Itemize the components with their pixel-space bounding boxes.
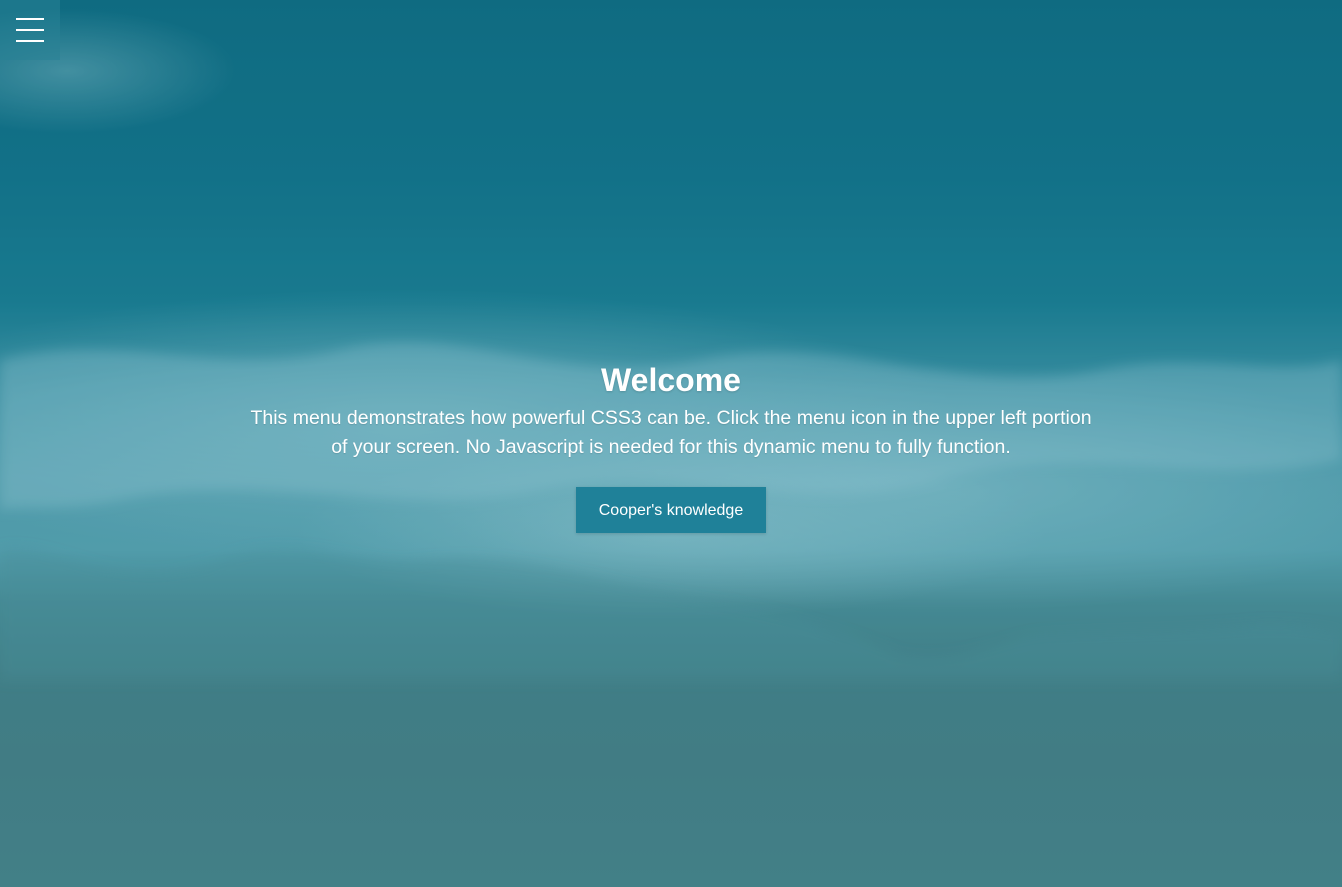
page-background: Welcome This menu demonstrates how power…: [0, 0, 1342, 887]
menu-bar-bottom: [16, 40, 44, 42]
hamburger-menu-icon[interactable]: [0, 0, 60, 60]
coopers-knowledge-button[interactable]: Cooper's knowledge: [576, 487, 766, 533]
hero-section: Welcome This menu demonstrates how power…: [0, 362, 1342, 533]
hero-description: This menu demonstrates how powerful CSS3…: [250, 407, 1092, 458]
hero-title: Welcome: [601, 362, 741, 398]
menu-bar-middle: [16, 29, 44, 31]
menu-bar-top: [16, 18, 44, 20]
